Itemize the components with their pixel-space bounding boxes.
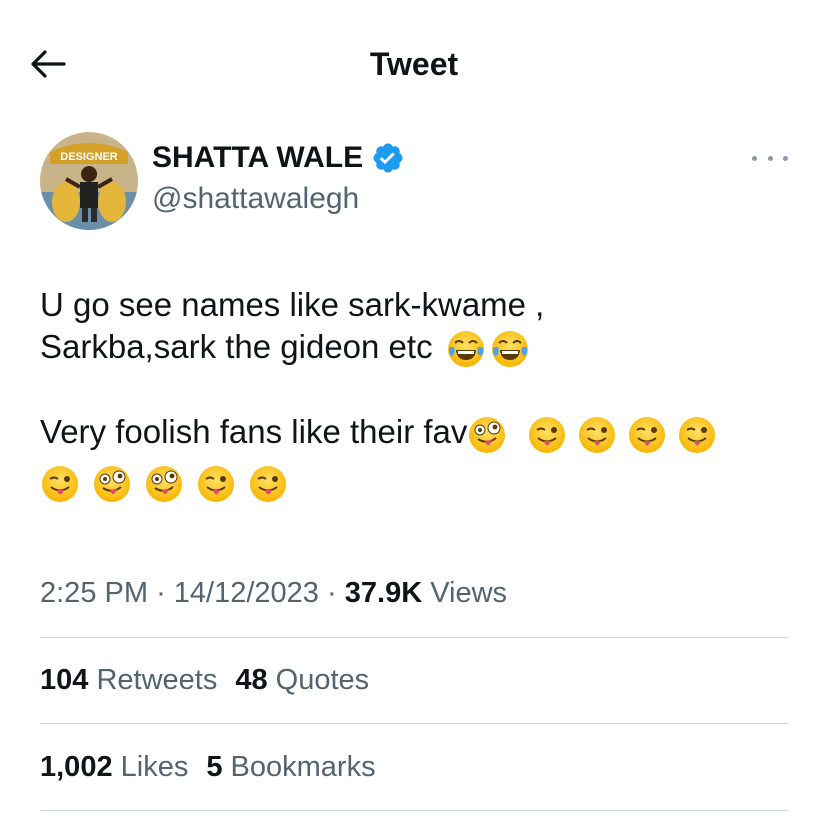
dot	[752, 155, 757, 161]
tongue-wink-emoji-icon	[527, 415, 567, 455]
tears-of-joy-emoji-icon	[490, 329, 530, 369]
avatar-banner-text: DESIGNER	[60, 151, 118, 163]
tweet-meta: 2:25 PM · 14/12/2023 · 37.9K Views	[40, 574, 507, 612]
retweets-link[interactable]: 104 Retweets	[40, 664, 217, 696]
author-name-row[interactable]: SHATTA WALE	[152, 140, 405, 176]
quotes-label: Quotes	[275, 664, 370, 696]
dot	[783, 155, 788, 161]
author-name[interactable]: SHATTA WALE	[152, 140, 363, 176]
bookmarks-count: 5	[206, 751, 223, 783]
zany-face-emoji-icon	[92, 464, 132, 504]
tweet-line-2-text: Sarkba,sark the gideon etc	[40, 328, 433, 365]
likes-label: Likes	[120, 751, 189, 783]
stats-row-likes: 1,002 Likes 5 Bookmarks	[40, 748, 394, 786]
tweet-date[interactable]: 14/12/2023	[174, 577, 319, 609]
tongue-wink-emoji-icon	[577, 415, 617, 455]
meta-separator: ·	[327, 577, 337, 609]
tweet-line-3: Very foolish fans like their fav	[40, 411, 790, 454]
tweet-line-3-text: Very foolish fans like their fav	[40, 413, 468, 451]
avatar[interactable]: DESIGNER	[40, 132, 138, 230]
page-title: Tweet	[369, 46, 459, 82]
top-bar: Tweet	[0, 0, 828, 125]
tweet-line-1: U go see names like sark-kwame ,	[40, 286, 545, 323]
tongue-wink-emoji-icon	[677, 415, 717, 455]
avatar-image: DESIGNER	[40, 132, 138, 230]
tweet-text: U go see names like sark-kwame , Sarkba,…	[40, 284, 790, 504]
likes-link[interactable]: 1,002 Likes	[40, 751, 188, 783]
quotes-link[interactable]: 48 Quotes	[235, 664, 369, 696]
divider	[40, 637, 788, 638]
zany-face-emoji-icon	[144, 464, 184, 504]
quotes-count: 48	[235, 664, 268, 696]
author-handle[interactable]: @shattawalegh	[152, 180, 359, 218]
tongue-wink-emoji-icon	[196, 464, 236, 504]
bookmarks-label: Bookmarks	[230, 751, 376, 783]
divider	[40, 723, 788, 724]
tongue-wink-emoji-icon	[248, 464, 288, 504]
tongue-wink-emoji-icon	[627, 415, 667, 455]
divider	[40, 810, 788, 811]
zany-face-emoji-icon	[467, 415, 507, 455]
bookmarks-link[interactable]: 5 Bookmarks	[206, 751, 375, 783]
dot	[767, 155, 773, 161]
tweet-time[interactable]: 2:25 PM	[40, 577, 148, 609]
meta-separator: ·	[156, 577, 166, 609]
stats-row-retweets: 104 Retweets 48 Quotes	[40, 661, 387, 699]
verified-badge-icon	[373, 143, 403, 173]
likes-count: 1,002	[40, 751, 113, 783]
tears-of-joy-emoji-icon	[446, 329, 486, 369]
views-count: 37.9K	[344, 577, 423, 609]
views-label: Views	[430, 577, 508, 609]
more-options-icon[interactable]	[752, 148, 788, 168]
retweets-label: Retweets	[96, 664, 218, 696]
tweet-line-4	[40, 461, 790, 504]
retweets-count: 104	[40, 664, 89, 696]
tweet-line-2: Sarkba,sark the gideon etc	[40, 326, 790, 369]
tongue-wink-emoji-icon	[40, 464, 80, 504]
